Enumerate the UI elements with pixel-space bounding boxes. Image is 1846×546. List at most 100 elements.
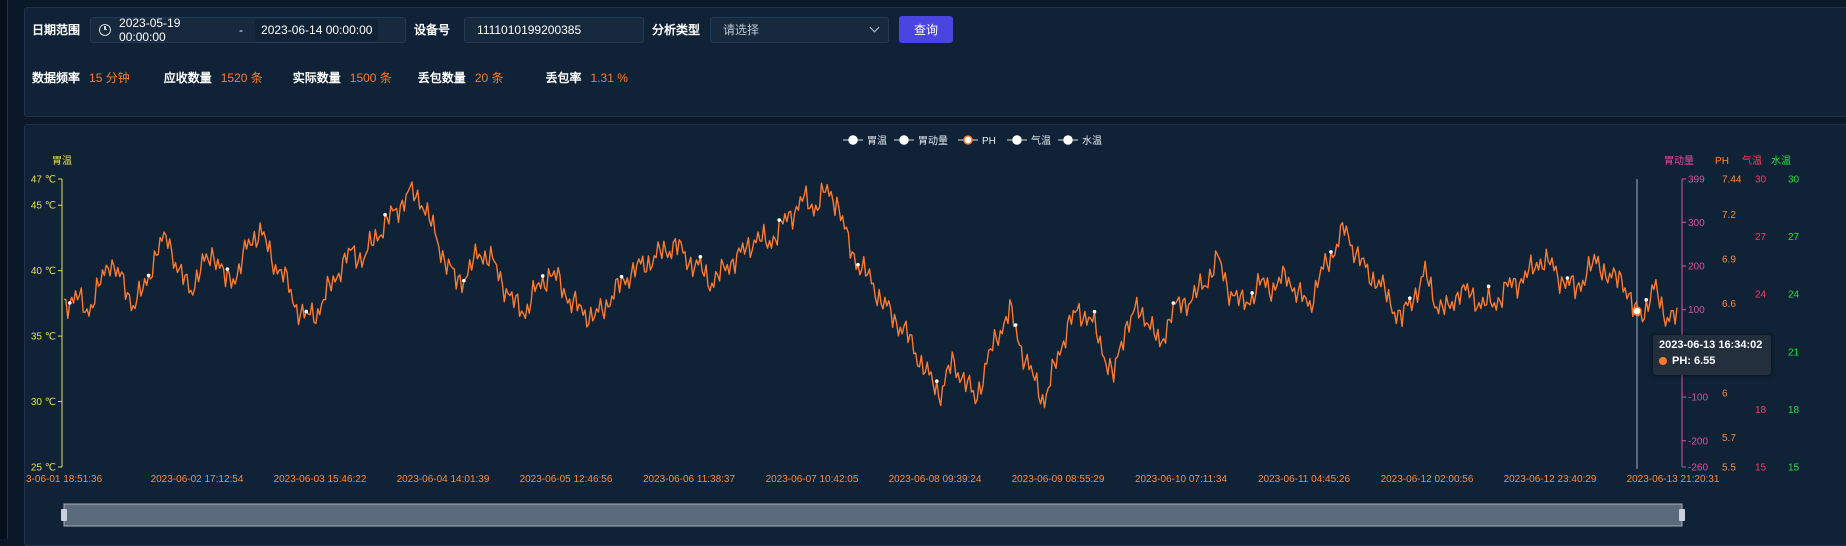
x-tick-label: 2023-06-03 15:46:22 xyxy=(274,474,367,485)
x-tick-label: 2023-06-09 08:55:29 xyxy=(1012,474,1105,485)
y-tick-label: 15 xyxy=(1788,463,1800,474)
legend-marker xyxy=(1012,135,1022,145)
stat-label: 丢包率 xyxy=(545,71,582,85)
end-date-input[interactable]: 2023-06-14 00:00:00 xyxy=(255,18,379,41)
stat-label: 丢包数量 xyxy=(417,71,466,85)
x-tick-label: 2023-06-11 04:45:26 xyxy=(1258,474,1351,485)
y-tick-label: 7.2 xyxy=(1722,210,1736,221)
x-tick-label: 3-06-01 18:51:36 xyxy=(26,474,103,485)
y-tick-label: 24 xyxy=(1788,290,1800,301)
x-tick-label: 2023-06-13 21:20:31 xyxy=(1627,474,1720,485)
line-chart: 胃温 胃动量 PH 气温 水温胃温25 ℃30 ℃35 ℃40 ℃45 ℃47 ℃胃动量… xyxy=(26,134,1800,527)
x-tick-label: 2023-06-08 09:39:24 xyxy=(889,474,982,485)
stat-label: 应收数量 xyxy=(163,71,212,85)
y-tick-label: -200 xyxy=(1688,436,1708,447)
series-point xyxy=(1092,309,1097,314)
series-point xyxy=(304,309,309,314)
query-button[interactable]: 查询 xyxy=(899,16,954,43)
y-tick-label: 27 xyxy=(1755,232,1767,243)
legend-item-label: 水温 xyxy=(1082,135,1102,147)
series-point xyxy=(777,218,781,222)
y-tick-label: 100 xyxy=(1688,305,1705,316)
stat-item: 实际数量 1500 条 xyxy=(293,69,392,87)
stat-value: 1520 条 xyxy=(220,71,263,85)
series-point xyxy=(1013,323,1018,327)
tooltip-value: PH: 6.55 xyxy=(1672,355,1716,367)
data-zoom-handle-right[interactable] xyxy=(1679,509,1685,521)
y-tick-label: 35 ℃ xyxy=(31,332,56,343)
chart-tooltip: 2023-06-13 16:34:02 PH: 6.55 xyxy=(1653,335,1771,375)
y-tick-label: 47 ℃ xyxy=(31,175,56,186)
tooltip-value-row: PH: 6.55 xyxy=(1659,355,1765,367)
x-tick-label: 2023-06-07 10:42:05 xyxy=(766,474,859,485)
y-axis-title: 胃动量 xyxy=(1664,155,1694,167)
series-point xyxy=(540,274,545,278)
legend-marker xyxy=(963,135,973,145)
stat-value: 20 条 xyxy=(474,71,504,85)
x-tick-label: 2023-06-04 14:01:39 xyxy=(397,474,490,485)
x-tick-label: 2023-06-10 07:11:34 xyxy=(1135,474,1228,485)
series-point xyxy=(698,254,703,259)
chevron-down-icon xyxy=(869,22,880,33)
series-point xyxy=(146,273,151,278)
y-tick-label: 27 xyxy=(1788,232,1800,243)
series-point xyxy=(1329,250,1333,254)
data-zoom-handle-left[interactable] xyxy=(61,509,67,521)
legend-marker xyxy=(848,135,858,145)
series-point xyxy=(383,212,387,217)
series-point xyxy=(462,278,466,283)
y-tick-label: 5.5 xyxy=(1722,463,1736,474)
stat-value: 15 分钟 xyxy=(89,71,130,85)
y-tick-label: 18 xyxy=(1788,405,1800,416)
legend-item-label: PH xyxy=(982,136,996,147)
stats-row: 数据频率 15 分钟 应收数量 1520 条 实际数量 1500 条 丢包数量 20 条 丢包率… xyxy=(32,69,628,87)
device-input[interactable]: 1111010199200385 xyxy=(464,16,645,43)
y-tick-label: 15 xyxy=(1755,463,1767,474)
y-tick-label: 300 xyxy=(1688,218,1705,229)
series-point xyxy=(225,267,230,271)
y-tick-label: 6.9 xyxy=(1722,255,1736,266)
y-tick-label: 18 xyxy=(1755,405,1767,416)
y-tick-label: 6 xyxy=(1722,388,1728,399)
highlight-point xyxy=(1632,306,1642,316)
stat-item: 丢包率 1.31 % xyxy=(546,69,628,87)
start-date-input[interactable]: 2023-05-19 00:00:00 xyxy=(119,16,229,44)
y-tick-label: 45 ℃ xyxy=(31,201,56,212)
legend-marker xyxy=(899,135,909,145)
y-tick-label: 7.44 xyxy=(1722,175,1742,186)
analysis-type-select[interactable]: 请选择 xyxy=(710,16,890,43)
series-point xyxy=(1644,298,1649,302)
series-point xyxy=(67,301,72,305)
date-separator: - xyxy=(239,22,244,37)
series-point xyxy=(935,379,939,384)
x-tick-label: 2023-06-12 23:40:29 xyxy=(1504,474,1597,485)
ph-series-line xyxy=(63,181,1678,409)
stat-item: 应收数量 1520 条 xyxy=(164,69,263,87)
tooltip-time: 2023-06-13 16:34:02 xyxy=(1659,339,1763,351)
x-tick-label: 2023-06-05 12:46:56 xyxy=(520,474,613,485)
series-dot-icon xyxy=(1659,357,1667,365)
left-rail xyxy=(0,0,8,539)
legend-item-label: 气温 xyxy=(1031,134,1051,147)
analysis-type-label: 分析类型 xyxy=(652,23,701,37)
stat-label: 实际数量 xyxy=(292,71,341,85)
clock-icon xyxy=(99,23,112,36)
y-axis-title-stomach-temp: 胃温 xyxy=(52,155,72,167)
stat-item: 丢包数量 20 条 xyxy=(418,69,504,87)
series-point xyxy=(619,274,624,279)
data-zoom-slider[interactable] xyxy=(63,503,1683,527)
y-tick-label: 40 ℃ xyxy=(31,266,56,277)
y-tick-label: 6.6 xyxy=(1722,299,1736,310)
series-point xyxy=(856,262,860,267)
y-axis-title: 水温 xyxy=(1771,155,1791,167)
y-tick-label: 25 ℃ xyxy=(31,463,56,474)
x-tick-label: 2023-06-06 11:38:37 xyxy=(643,474,736,485)
y-tick-label: 399 xyxy=(1688,175,1705,186)
legend-marker xyxy=(1063,135,1073,145)
filter-row: 日期范围 2023-05-19 00:00:00 - 2023-06-14 00… xyxy=(32,16,954,44)
series-point xyxy=(1407,296,1412,301)
y-tick-label: 5.7 xyxy=(1722,433,1736,444)
date-range-picker[interactable]: 2023-05-19 00:00:00 - 2023-06-14 00:00:0… xyxy=(90,16,407,44)
series-point xyxy=(1565,276,1570,280)
y-axis-title: 气温 xyxy=(1742,154,1762,167)
